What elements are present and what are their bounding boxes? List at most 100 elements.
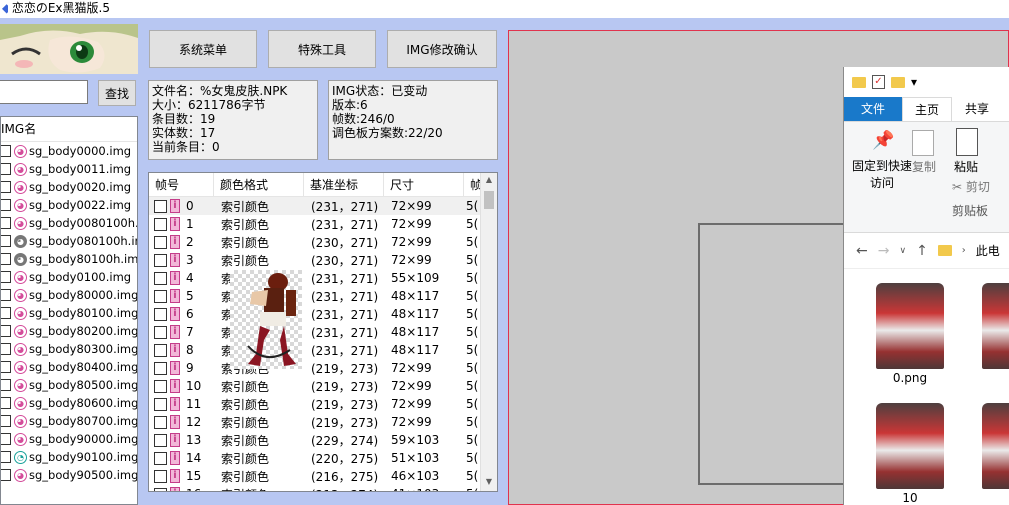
frame-row[interactable]: i 10 索引颜色 (219，273) 72×99 5( [149, 377, 497, 395]
img-list-item[interactable]: ◕ sg_body80700.img [1, 412, 137, 430]
pin-icon[interactable]: 📌 [872, 130, 894, 154]
file-thumb[interactable]: 1. [982, 283, 1009, 375]
file-thumb[interactable]: 11 [982, 403, 1009, 505]
frame-row[interactable]: i9索引颜色(219，273)72×995( [149, 359, 497, 377]
frame-list-scrollbar[interactable]: ▲ ▼ [480, 173, 497, 491]
file-thumb[interactable]: 10 [876, 403, 944, 505]
img-list-item[interactable]: ◕ sg_body80100h.img [1, 250, 137, 268]
item-checkbox[interactable] [1, 289, 11, 301]
frame-checkbox[interactable] [154, 199, 167, 213]
img-list-item[interactable]: ◕sg_body080100h.img [1, 232, 137, 250]
frame-checkbox[interactable] [154, 379, 167, 393]
item-checkbox[interactable] [1, 307, 11, 319]
item-checkbox[interactable] [1, 325, 11, 337]
frame-checkbox[interactable] [154, 271, 167, 285]
pin-quick-access-button[interactable]: 固定到快速访问 [852, 158, 912, 192]
frame-checkbox[interactable] [154, 433, 167, 447]
img-list-item[interactable]: ◕ sg_body80500.img [1, 376, 137, 394]
frame-checkbox[interactable] [154, 415, 167, 429]
dropdown-icon[interactable]: ▾ [911, 75, 917, 89]
img-list[interactable]: IMG名 ◕ sg_body0000.img ◕ sg_body0011.img ◕ sg… [0, 116, 138, 505]
item-checkbox[interactable] [1, 433, 11, 445]
frame-row[interactable]: i16索引颜色(213，274)41×1035( [149, 485, 497, 491]
up-arrow-icon[interactable]: ↑ [916, 243, 928, 259]
frame-checkbox[interactable] [154, 325, 167, 339]
col-size[interactable]: 尺寸 [384, 173, 464, 196]
img-list-item[interactable]: ◕ sg_body80000.img [1, 286, 137, 304]
img-list-header[interactable]: IMG名 [1, 117, 137, 142]
item-checkbox[interactable] [1, 379, 11, 391]
frame-checkbox[interactable] [154, 487, 167, 491]
item-checkbox[interactable] [1, 163, 11, 175]
frame-row[interactable]: i 1 索引颜色 (231，271) 72×99 5( [149, 215, 497, 233]
item-checkbox[interactable] [1, 145, 11, 157]
frame-checkbox[interactable] [154, 289, 167, 303]
tab-file[interactable]: 文件 [844, 97, 902, 121]
img-list-item[interactable]: ◕ sg_body80100.img [1, 304, 137, 322]
copy-button[interactable]: 复制 [912, 158, 936, 175]
frame-row[interactable]: i6索引颜色(231，271)48×1175( [149, 305, 497, 323]
col-base-coord[interactable]: 基准坐标 [304, 173, 384, 196]
item-checkbox[interactable] [1, 217, 11, 229]
img-list-item[interactable]: ◕ sg_body90000.img [1, 430, 137, 448]
frame-checkbox[interactable] [154, 235, 167, 249]
search-button[interactable]: 查找 [98, 80, 136, 106]
file-thumb[interactable]: 0.png [876, 283, 944, 385]
frame-checkbox[interactable] [154, 469, 167, 483]
frame-checkbox[interactable] [154, 451, 167, 465]
frame-row[interactable]: i 11 索引颜色 (219，273) 72×99 5( [149, 395, 497, 413]
system-menu-button[interactable]: 系统菜单 [149, 30, 257, 68]
img-list-item[interactable]: ◔ sg_body90100.img [1, 448, 137, 466]
img-list-item[interactable]: ◕ sg_body0020.img [1, 178, 137, 196]
paste-button[interactable]: 粘贴 [954, 158, 978, 175]
img-list-item[interactable]: ◕ sg_body0011.img [1, 160, 137, 178]
frame-row[interactable]: i 0 索引颜色 (231，271) 72×99 5( [149, 197, 497, 215]
img-confirm-button[interactable]: IMG修改确认 [387, 30, 497, 68]
img-list-item[interactable]: ◕ sg_body80400.img [1, 358, 137, 376]
frame-row[interactable]: i7索引颜色(231，271)48×1175( [149, 323, 497, 341]
special-tools-button[interactable]: 特殊工具 [268, 30, 376, 68]
img-list-item[interactable]: ◕ sg_body80200.img [1, 322, 137, 340]
scroll-thumb[interactable] [484, 191, 494, 209]
item-checkbox[interactable] [1, 343, 11, 355]
img-list-item[interactable]: ◕ sg_body80600.img [1, 394, 137, 412]
frame-row[interactable]: i4索引颜色(231，271)55×1095( [149, 269, 497, 287]
item-checkbox[interactable] [1, 181, 11, 193]
frame-list[interactable]: 帧号 颜色格式 基准坐标 尺寸 帧 i 0 索引颜色 (231，271) 72×99 5(… [148, 172, 498, 492]
back-arrow-icon[interactable]: ← [856, 243, 868, 259]
properties-icon[interactable]: ✓ [872, 75, 885, 89]
item-checkbox[interactable] [1, 397, 11, 409]
frame-checkbox[interactable] [154, 361, 167, 375]
item-checkbox[interactable] [1, 253, 11, 265]
scroll-down-icon[interactable]: ▼ [481, 475, 497, 489]
path-label[interactable]: 此电 [976, 242, 1000, 259]
item-checkbox[interactable] [1, 271, 11, 283]
frame-row[interactable]: i 13 索引颜色 (229，274) 59×103 5( [149, 431, 497, 449]
folder-icon[interactable] [852, 76, 866, 88]
item-checkbox[interactable] [1, 415, 11, 427]
col-frame-id[interactable]: 帧号 [149, 173, 214, 196]
cut-button[interactable]: ✂ 剪切 [952, 178, 990, 195]
frame-row[interactable]: i 12 索引颜色 (219，273) 72×99 5( [149, 413, 497, 431]
scroll-up-icon[interactable]: ▲ [481, 173, 497, 187]
item-checkbox[interactable] [1, 235, 11, 247]
frame-row[interactable]: i 2 索引颜色 (230，271) 72×99 5( [149, 233, 497, 251]
item-checkbox[interactable] [1, 451, 11, 463]
frame-checkbox[interactable] [154, 217, 167, 231]
item-checkbox[interactable] [1, 199, 11, 211]
frame-row[interactable]: i 3 索引颜色 (230，271) 72×99 5( [149, 251, 497, 269]
img-list-item[interactable]: ◕ sg_body0000.img [1, 142, 137, 160]
img-list-item[interactable]: ◕ sg_body0100.img [1, 268, 137, 286]
new-folder-icon[interactable] [891, 76, 905, 88]
search-input[interactable] [0, 80, 88, 104]
forward-arrow-icon[interactable]: → [878, 243, 890, 259]
frame-row[interactable]: i 15 索引颜色 (216，275) 46×103 5( [149, 467, 497, 485]
frame-row[interactable]: i 14 索引颜色 (220，275) 51×103 5( [149, 449, 497, 467]
frame-checkbox[interactable] [154, 343, 167, 357]
file-explorer-window[interactable]: ✓ ▾ 文件 主页 共享 📌 固定到快速访问 复制 粘贴 ✂ 剪切 剪贴板 ← … [843, 67, 1009, 505]
paste-icon[interactable] [956, 128, 978, 156]
col-color-format[interactable]: 颜色格式 [214, 173, 304, 196]
copy-icon[interactable] [912, 130, 934, 156]
frame-row[interactable]: i8索引颜色(231，271)48×1175( [149, 341, 497, 359]
img-list-item[interactable]: ◕sg_body0080100h.img [1, 214, 137, 232]
